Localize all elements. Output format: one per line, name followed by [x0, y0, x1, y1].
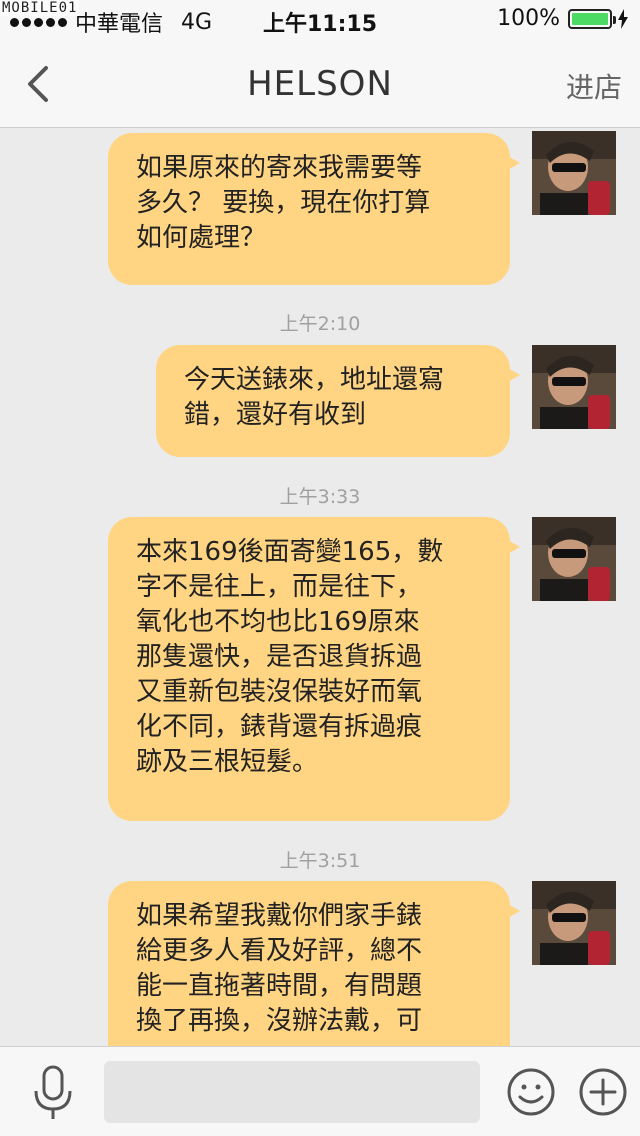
- avatar[interactable]: [532, 517, 616, 601]
- microphone-icon: [34, 1065, 72, 1119]
- avatar[interactable]: [532, 881, 616, 965]
- message-timestamp: 上午3:51: [279, 850, 361, 872]
- message-bubble[interactable]: 如果希望我戴你們家手錶 給更多人看及好評，總不 能一直拖著時間，有問題 換了再換…: [108, 881, 520, 1046]
- battery-fill: [572, 12, 608, 25]
- message-input[interactable]: [104, 1061, 480, 1123]
- message-timestamp: 上午3:33: [279, 486, 361, 508]
- navigation-bar: HELSON 进店: [0, 40, 640, 128]
- charging-bolt-icon: [618, 8, 628, 29]
- avatar-photo: [532, 131, 616, 215]
- enter-store-button[interactable]: 进店: [566, 66, 622, 106]
- chat-screen: 中華電信 4G MOBILE01 上午11:15 100% HELSON 进店 …: [0, 0, 640, 1136]
- avatar[interactable]: [532, 345, 616, 429]
- avatar-photo: [532, 881, 616, 965]
- battery-percent: 100%: [497, 6, 560, 31]
- status-right: 100%: [497, 6, 628, 31]
- message-bubble[interactable]: 本來169後面寄變165，數 字不是往上，而是往下， 氧化也不均也比169原來 …: [108, 517, 520, 821]
- input-bar: [0, 1046, 640, 1136]
- message-bubble[interactable]: 今天送錶來，地址還寫 錯，還好有收到: [156, 345, 520, 457]
- message-list[interactable]: 如果原來的寄來我需要等 多久？ 要換，現在你打算 如何處理？ 上午2:10 今天…: [0, 129, 640, 1046]
- message-timestamp: 上午2:10: [279, 313, 361, 335]
- avatar-photo: [532, 345, 616, 429]
- more-options-button[interactable]: [578, 1067, 628, 1117]
- conversation-title: HELSON: [247, 64, 393, 104]
- voice-button[interactable]: [30, 1065, 76, 1121]
- battery-icon: [568, 8, 616, 29]
- emoji-button[interactable]: [506, 1067, 556, 1117]
- smiley-icon: [507, 1068, 555, 1116]
- plus-circle-icon: [579, 1068, 627, 1116]
- message-bubble[interactable]: 如果原來的寄來我需要等 多久？ 要換，現在你打算 如何處理？: [108, 133, 520, 285]
- status-bar: 中華電信 4G MOBILE01 上午11:15 100%: [0, 0, 640, 40]
- avatar[interactable]: [532, 131, 616, 215]
- avatar-photo: [532, 517, 616, 601]
